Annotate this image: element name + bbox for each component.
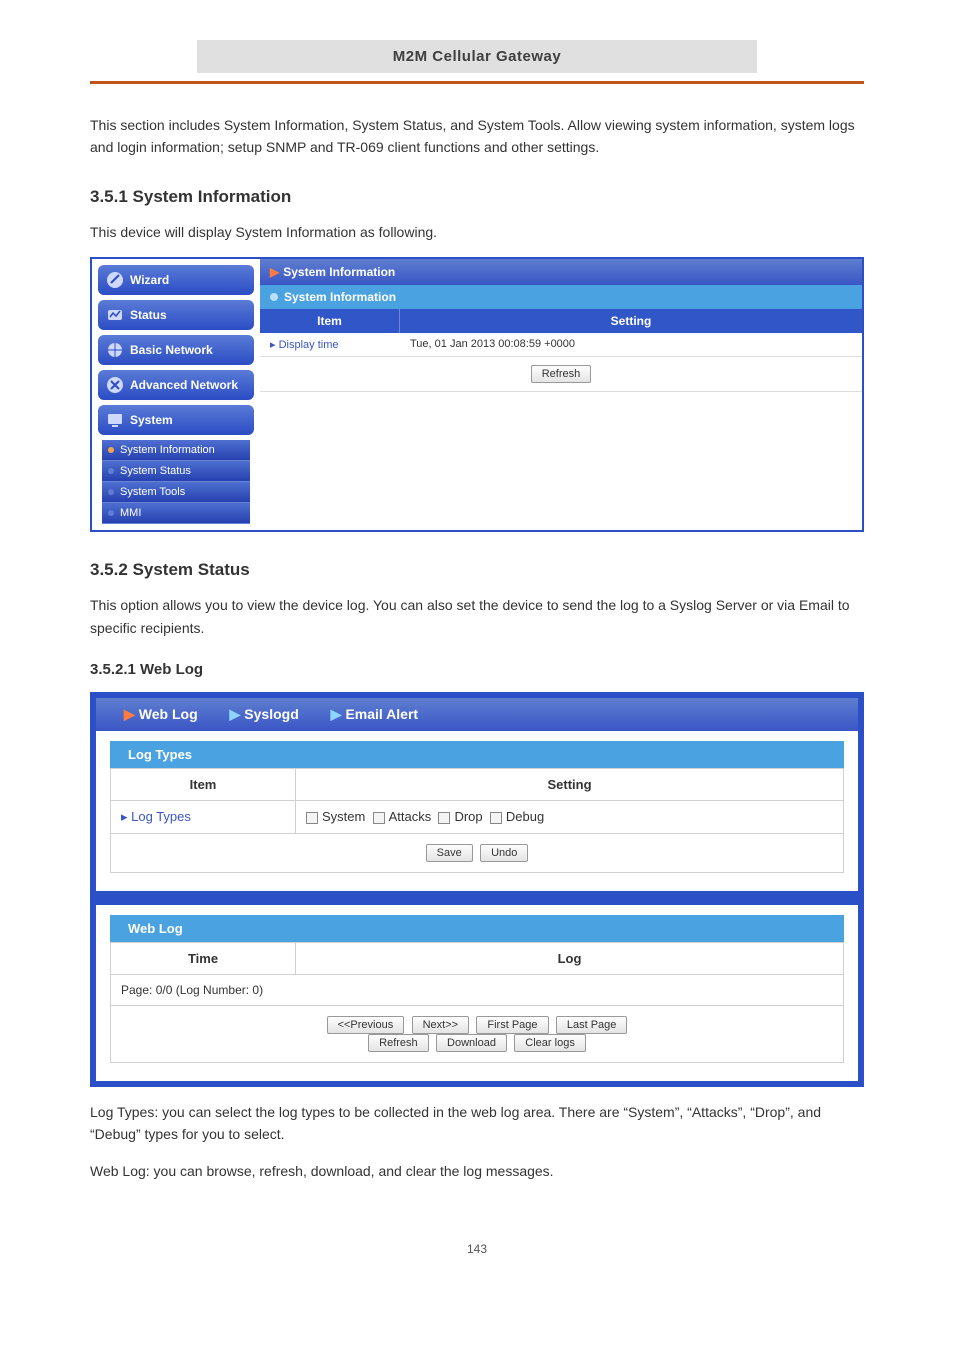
row-item-label: Log Types	[110, 801, 296, 834]
nav-sub-mmi[interactable]: MMI	[102, 503, 250, 524]
panel-header-web-log: Web Log	[110, 915, 844, 942]
column-setting: Setting	[400, 309, 862, 333]
clear-logs-button[interactable]: Clear logs	[514, 1034, 586, 1052]
row-log-types: Log Types System Attacks Drop Debug	[110, 801, 844, 834]
row-item-label: Display time	[260, 333, 400, 356]
screenshot-web-log: ▶Web Log ▶Syslogd ▶Email Alert Log Types…	[90, 692, 864, 1087]
tab-email-alert[interactable]: ▶Email Alert	[331, 706, 418, 723]
arrow-icon: ▶	[270, 265, 279, 279]
panel-header: System Information	[260, 285, 862, 309]
header-divider	[90, 81, 864, 84]
tab-web-log[interactable]: ▶Web Log	[124, 706, 198, 723]
page-info-row: Page: 0/0 (Log Number: 0)	[110, 975, 844, 1006]
arrow-icon: ▶	[124, 706, 135, 722]
last-page-button[interactable]: Last Page	[556, 1016, 628, 1034]
nav-system-label: System	[130, 413, 173, 427]
nav-sub-system-information[interactable]: System Information	[102, 440, 250, 461]
arrow-icon: ▶	[331, 706, 342, 722]
column-item: Item	[110, 768, 296, 801]
column-log: Log	[296, 942, 844, 975]
opt-attacks-label: Attacks	[389, 809, 432, 824]
log-pagination-buttons: <<Previous Next>> First Page Last Page R…	[110, 1006, 844, 1063]
nav-basic-label: Basic Network	[130, 343, 213, 357]
table-row-display-time: Display time Tue, 01 Jan 2013 00:08:59 +…	[260, 333, 862, 357]
nav-basic-network[interactable]: Basic Network	[98, 335, 254, 365]
subsection-title-web-log: 3.5.2.1 Web Log	[90, 661, 864, 678]
previous-button[interactable]: <<Previous	[327, 1016, 405, 1034]
crumb-bar: ▶System Information	[260, 259, 862, 285]
nav-system-submenu: System Information System Status System …	[102, 440, 250, 524]
globe-icon	[106, 341, 124, 359]
log-types-note: Log Types: you can select the log types …	[90, 1101, 864, 1146]
section-body: This device will display System Informat…	[90, 221, 864, 243]
checkbox-system[interactable]	[306, 812, 318, 824]
table-header-row: Item Setting	[260, 309, 862, 333]
button-row-save-undo: Save Undo	[110, 834, 844, 873]
column-item: Item	[260, 309, 400, 333]
gap-separator	[96, 891, 858, 905]
row-log-type-options: System Attacks Drop Debug	[296, 801, 844, 834]
tools-icon	[106, 376, 124, 394]
nav-sub-system-tools[interactable]: System Tools	[102, 482, 250, 503]
nav-status[interactable]: Status	[98, 300, 254, 330]
nav-wizard[interactable]: Wizard	[98, 265, 254, 295]
checkbox-attacks[interactable]	[373, 812, 385, 824]
admin-main: ▶System Information System Information I…	[260, 259, 862, 530]
refresh-button[interactable]: Refresh	[531, 365, 592, 383]
manual-title: M2M Cellular Gateway	[197, 40, 757, 73]
column-time: Time	[110, 942, 296, 975]
wizard-icon	[106, 271, 124, 289]
button-row: Refresh	[260, 357, 862, 392]
panel-header-log-types: Log Types	[110, 741, 844, 768]
arrow-icon: ▶	[230, 706, 241, 722]
opt-drop-label: Drop	[454, 809, 482, 824]
column-setting: Setting	[296, 768, 844, 801]
intro-paragraph: This section includes System Information…	[90, 114, 864, 159]
nav-advanced-label: Advanced Network	[130, 378, 238, 392]
section-body-status: This option allows you to view the devic…	[90, 594, 864, 639]
checkbox-drop[interactable]	[438, 812, 450, 824]
table-header-row-web-log: Time Log	[110, 942, 844, 975]
section-title-system-information: 3.5.1 System Information	[90, 187, 864, 207]
table-header-row: Item Setting	[110, 768, 844, 801]
row-setting-value: Tue, 01 Jan 2013 00:08:59 +0000	[400, 333, 862, 356]
first-page-button[interactable]: First Page	[476, 1016, 548, 1034]
monitor-icon	[106, 411, 124, 429]
save-button[interactable]: Save	[426, 844, 473, 862]
nav-wizard-label: Wizard	[130, 273, 169, 287]
tab-bar: ▶Web Log ▶Syslogd ▶Email Alert	[96, 698, 858, 731]
tab-syslogd[interactable]: ▶Syslogd	[230, 706, 299, 723]
nav-sub-system-status[interactable]: System Status	[102, 461, 250, 482]
nav-status-label: Status	[130, 308, 167, 322]
checkbox-debug[interactable]	[490, 812, 502, 824]
page-number: 143	[90, 1242, 864, 1256]
web-log-note: Web Log: you can browse, refresh, downlo…	[90, 1160, 864, 1182]
refresh-log-button[interactable]: Refresh	[368, 1034, 429, 1052]
opt-system-label: System	[322, 809, 365, 824]
nav-advanced-network[interactable]: Advanced Network	[98, 370, 254, 400]
undo-button[interactable]: Undo	[480, 844, 528, 862]
nav-system[interactable]: System	[98, 405, 254, 435]
sidebar: Wizard Status Basic Network Advanced Net…	[92, 259, 260, 530]
screenshot-system-information: Wizard Status Basic Network Advanced Net…	[90, 257, 864, 532]
download-button[interactable]: Download	[436, 1034, 507, 1052]
status-icon	[106, 306, 124, 324]
next-button[interactable]: Next>>	[412, 1016, 469, 1034]
panel-dot-icon	[270, 293, 278, 301]
opt-debug-label: Debug	[506, 809, 544, 824]
section-title-system-status: 3.5.2 System Status	[90, 560, 864, 580]
